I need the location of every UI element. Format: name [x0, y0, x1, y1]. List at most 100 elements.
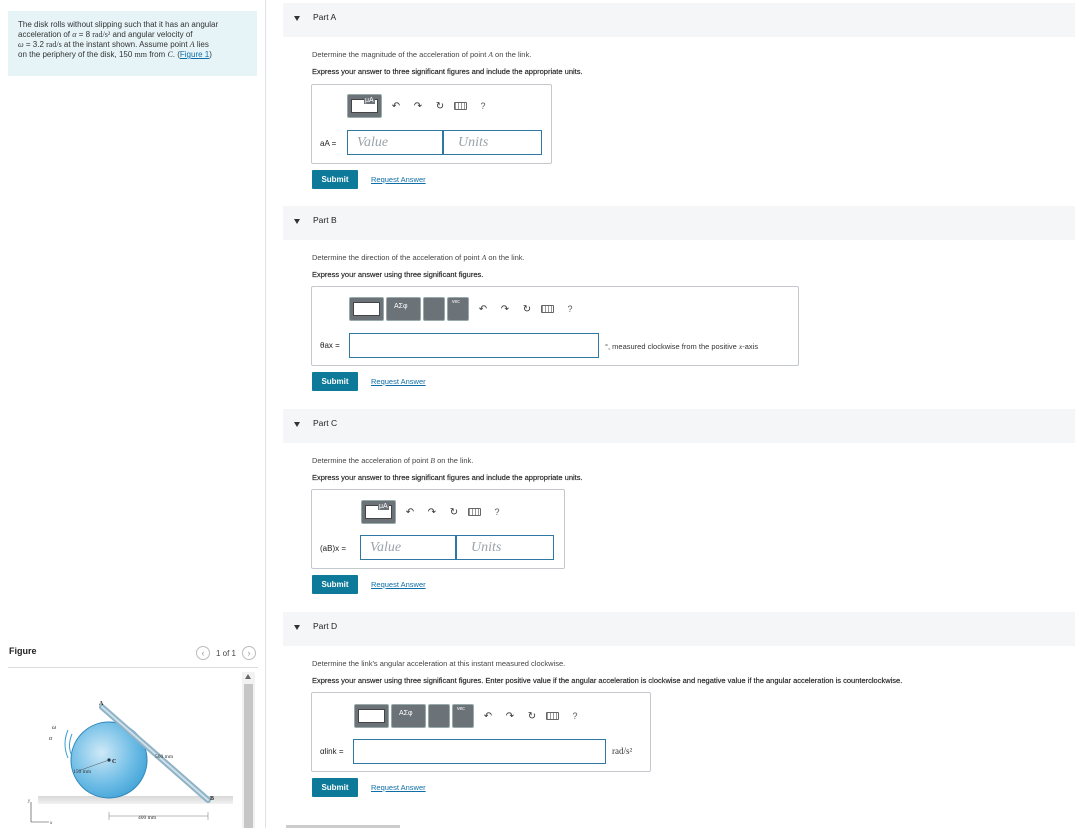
problem-statement: The disk rolls without slipping such tha… [8, 11, 257, 76]
reset-icon[interactable]: ↻ [430, 96, 450, 116]
greek-button[interactable]: ΑΣφ [386, 297, 421, 321]
collapse-triangle-icon [294, 219, 300, 224]
part-b-submit-button[interactable]: Submit [312, 372, 358, 391]
part-c-answer-box: μA ↶ ↷ ↻ ? (aB)x = Value Units [311, 489, 565, 569]
pane-divider[interactable] [265, 0, 266, 828]
alpha-label: α [49, 736, 53, 742]
omega-label: ω [52, 725, 56, 731]
part-d-question: Determine the link's angular acceleratio… [312, 659, 566, 668]
fraction-button[interactable] [423, 297, 445, 321]
disk-link-diagram: A B C 500 mm 150 mm ω α y x 400 mm [27, 701, 233, 826]
template-button[interactable]: μA [361, 500, 396, 524]
part-a-header[interactable]: Part A [283, 3, 1075, 37]
part-c-request-answer-link[interactable]: Request Answer [371, 580, 426, 589]
part-c-header[interactable]: Part C [283, 409, 1075, 443]
dim-base-label: 400 mm [138, 815, 157, 821]
part-a-label: aA = [320, 139, 337, 148]
prev-figure-button[interactable]: ‹ [195, 646, 210, 660]
reset-icon[interactable]: ↻ [444, 502, 464, 522]
part-b-question: Determine the direction of the accelerat… [312, 253, 525, 262]
part-d-submit-button[interactable]: Submit [312, 778, 358, 797]
part-c-units-input[interactable]: Units [456, 535, 554, 560]
part-b-answer-box: ΑΣφ vec ↶ ↷ ↻ ? θax = °, measured clockw… [311, 286, 799, 366]
part-d-header[interactable]: Part D [283, 612, 1075, 646]
dim-disk-label: 150 mm [73, 769, 92, 775]
collapse-triangle-icon [294, 625, 300, 630]
part-d-answer-box: ΑΣφ vec ↶ ↷ ↻ ? αlink = rad/s² [311, 692, 651, 772]
redo-icon[interactable]: ↷ [422, 502, 442, 522]
reset-icon[interactable]: ↻ [517, 299, 537, 319]
y-axis-label: y [27, 799, 31, 804]
label-B: B [210, 796, 214, 802]
part-a-request-answer-link[interactable]: Request Answer [371, 175, 426, 184]
collapse-triangle-icon [294, 422, 300, 427]
part-a-instruction: Express your answer to three significant… [312, 67, 583, 76]
part-a-title: Part A [313, 12, 337, 22]
label-C: C [112, 759, 116, 765]
part-b-instruction: Express your answer using three signific… [312, 270, 484, 279]
vector-button[interactable]: vec [452, 704, 474, 728]
part-d-label: αlink = [320, 747, 344, 756]
part-b-toolbar: ΑΣφ vec ↶ ↷ ↻ ? [349, 296, 580, 322]
undo-icon[interactable]: ↶ [400, 502, 420, 522]
part-c-title: Part C [313, 418, 338, 428]
part-c-label: (aB)x = [320, 544, 347, 553]
undo-icon[interactable]: ↶ [473, 299, 493, 319]
part-a-value-input[interactable]: Value [347, 130, 443, 155]
part-c-question: Determine the acceleration of point B on… [312, 456, 474, 465]
collapse-triangle-icon [294, 16, 300, 21]
keyboard-icon[interactable] [468, 508, 481, 516]
part-b-header[interactable]: Part B [283, 206, 1075, 240]
template-button[interactable] [354, 704, 389, 728]
part-c-toolbar: μA ↶ ↷ ↻ ? [361, 499, 507, 525]
problem-line-4: on the periphery of the disk, 150 mm fro… [18, 50, 212, 59]
help-icon[interactable]: ? [473, 96, 493, 116]
keyboard-icon[interactable] [454, 102, 467, 110]
part-a-units-input[interactable]: Units [443, 130, 542, 155]
part-b-label: θax = [320, 341, 340, 350]
dim-link-label: 500 mm [155, 754, 174, 760]
part-a-question: Determine the magnitude of the accelerat… [312, 50, 532, 59]
part-d-unit: rad/s² [612, 746, 633, 756]
vector-button[interactable]: vec [447, 297, 469, 321]
figure-page-indicator: 1 of 1 [215, 648, 236, 658]
problem-line-1: The disk rolls without slipping such tha… [18, 20, 219, 29]
part-d-title: Part D [313, 621, 338, 631]
label-A: A [99, 701, 104, 707]
figure-link[interactable]: Figure 1 [180, 50, 209, 59]
undo-icon[interactable]: ↶ [478, 706, 498, 726]
figure-header: Figure ‹ 1 of 1 › [8, 646, 258, 668]
help-icon[interactable]: ? [560, 299, 580, 319]
problem-line-3: ω = 3.2 rad/s at the instant shown. Assu… [18, 40, 209, 49]
keyboard-icon[interactable] [541, 305, 554, 313]
help-icon[interactable]: ? [487, 502, 507, 522]
next-figure-button[interactable]: › [242, 646, 256, 660]
part-c-instruction: Express your answer to three significant… [312, 473, 583, 482]
fraction-button[interactable] [428, 704, 450, 728]
part-b-unit-text: °, measured clockwise from the positive … [605, 342, 759, 351]
part-d-answer-input[interactable] [353, 739, 606, 764]
part-d-toolbar: ΑΣφ vec ↶ ↷ ↻ ? [354, 703, 585, 729]
part-a-submit-button[interactable]: Submit [312, 170, 358, 189]
part-c-submit-button[interactable]: Submit [312, 575, 358, 594]
part-b-answer-input[interactable] [349, 333, 599, 358]
part-b-title: Part B [313, 215, 337, 225]
part-d-request-answer-link[interactable]: Request Answer [371, 783, 426, 792]
undo-icon[interactable]: ↶ [386, 96, 406, 116]
reset-icon[interactable]: ↻ [522, 706, 542, 726]
template-button[interactable]: μA [347, 94, 382, 118]
template-button[interactable] [349, 297, 384, 321]
part-d-instruction: Express your answer using three signific… [312, 676, 903, 685]
figure-scrollbar-thumb[interactable] [244, 684, 253, 828]
scroll-up-icon[interactable] [245, 674, 251, 679]
figure-pager: ‹ 1 of 1 › [195, 646, 256, 660]
redo-icon[interactable]: ↷ [408, 96, 428, 116]
x-axis-label: x [49, 821, 53, 826]
greek-button[interactable]: ΑΣφ [391, 704, 426, 728]
part-c-value-input[interactable]: Value [360, 535, 456, 560]
redo-icon[interactable]: ↷ [500, 706, 520, 726]
keyboard-icon[interactable] [546, 712, 559, 720]
part-b-request-answer-link[interactable]: Request Answer [371, 377, 426, 386]
redo-icon[interactable]: ↷ [495, 299, 515, 319]
help-icon[interactable]: ? [565, 706, 585, 726]
